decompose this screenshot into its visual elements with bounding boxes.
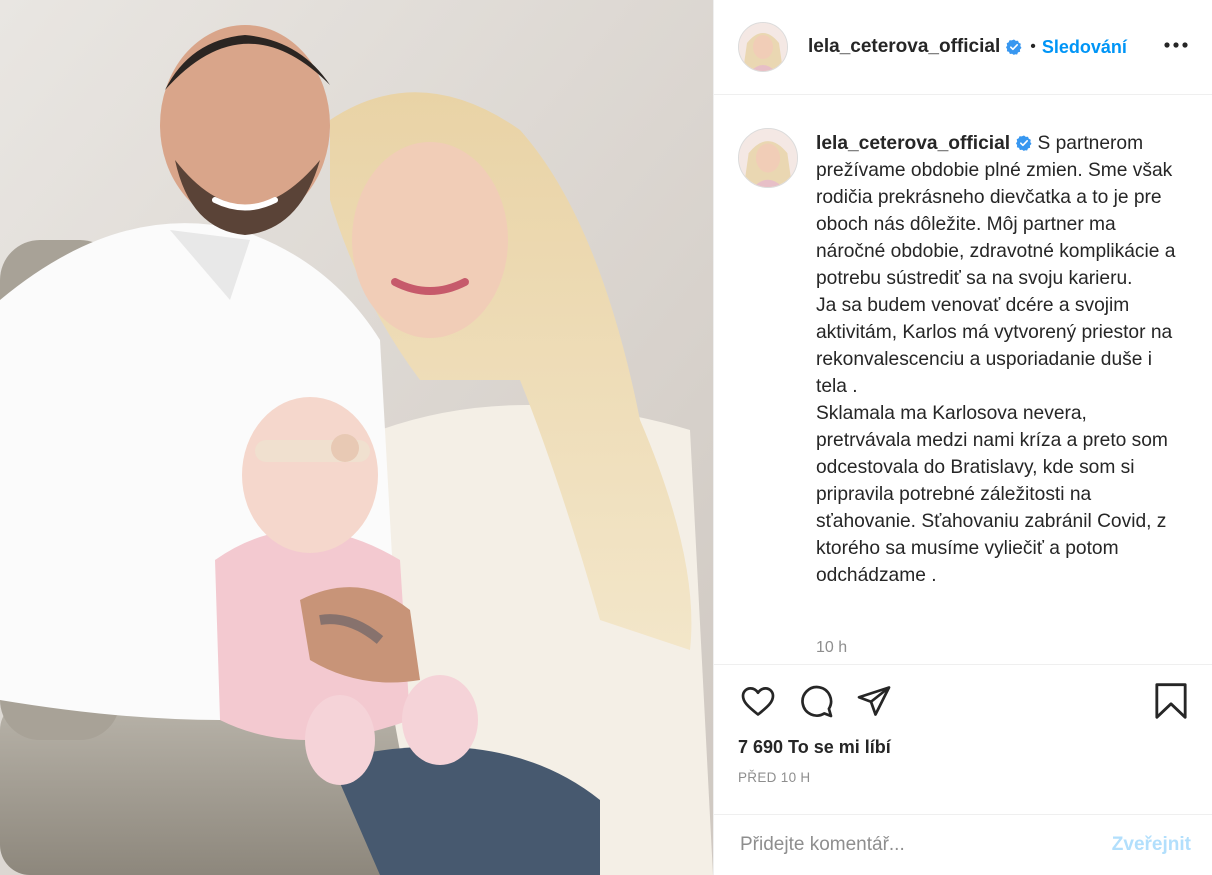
caption-row: lela_ceterova_official S partnerom preží… [738, 128, 1189, 589]
post-age[interactable]: PŘED 10 H [738, 770, 1189, 785]
verified-badge-icon [1016, 135, 1032, 151]
like-button[interactable] [738, 681, 778, 721]
family-photo-illustration [0, 0, 713, 875]
post-header: lela_ceterova_official • Sledování [714, 0, 1212, 95]
avatar-image [739, 23, 787, 71]
comment-button[interactable] [796, 681, 836, 721]
caption-author-avatar[interactable] [738, 128, 798, 188]
caption-text: lela_ceterova_official S partnerom preží… [816, 130, 1186, 589]
caption-section: lela_ceterova_official S partnerom preží… [714, 96, 1212, 664]
avatar-image [739, 129, 797, 187]
like-count[interactable]: 7 690 To se mi líbí [738, 737, 1189, 758]
more-options-button[interactable] [1161, 30, 1191, 60]
post-photo[interactable] [0, 0, 713, 875]
comment-icon [801, 685, 833, 718]
publish-button[interactable]: Zveřejnit [1112, 834, 1191, 856]
instagram-post: lela_ceterova_official • Sledování lela_… [0, 0, 1212, 875]
header-separator: • [1030, 38, 1036, 55]
paper-plane-icon [857, 686, 891, 716]
post-actions: 7 690 To se mi líbí PŘED 10 H [714, 664, 1212, 814]
verified-badge-icon [1006, 39, 1022, 55]
post-sidebar: lela_ceterova_official • Sledování lela_… [713, 0, 1212, 875]
comment-form: Zveřejnit [714, 814, 1212, 875]
caption-username[interactable]: lela_ceterova_official [816, 133, 1010, 154]
share-button[interactable] [854, 681, 894, 721]
action-bar [738, 665, 1189, 737]
author-avatar[interactable] [738, 22, 788, 72]
follow-button[interactable]: Sledování [1042, 37, 1127, 58]
save-button[interactable] [1151, 681, 1191, 721]
caption-timestamp[interactable]: 10 h [816, 639, 847, 657]
comment-input[interactable] [740, 834, 1112, 856]
author-username[interactable]: lela_ceterova_official [808, 36, 1000, 58]
bookmark-icon [1155, 683, 1187, 719]
more-dots-icon [1164, 42, 1188, 48]
caption-body: S partnerom prežívame obdobie plné zmien… [816, 133, 1176, 586]
heart-icon [741, 687, 775, 716]
